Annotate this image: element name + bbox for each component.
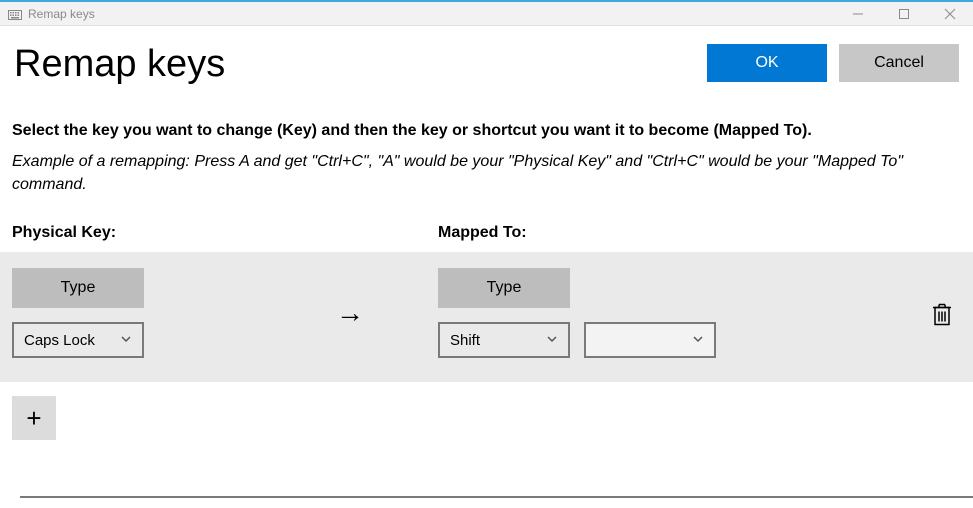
minimize-icon xyxy=(852,8,864,20)
page-title: Remap keys xyxy=(14,44,225,86)
column-headers: Physical Key: Mapped To: xyxy=(0,196,973,252)
chevron-down-icon xyxy=(692,332,704,349)
mapped-key-select-2[interactable] xyxy=(584,322,716,358)
footer-divider xyxy=(20,496,973,498)
window-maximize-button[interactable] xyxy=(881,2,927,26)
physical-key-value: Caps Lock xyxy=(24,332,95,349)
physical-type-button[interactable]: Type xyxy=(12,268,144,308)
delete-mapping-button[interactable] xyxy=(931,303,953,332)
add-mapping-button[interactable]: + xyxy=(12,396,56,440)
plus-icon: + xyxy=(26,403,41,434)
instructions-main: Select the key you want to change (Key) … xyxy=(12,122,959,140)
physical-key-header: Physical Key: xyxy=(12,224,438,242)
mapped-key-select-1[interactable]: Shift xyxy=(438,322,570,358)
close-icon xyxy=(944,8,956,20)
window-minimize-button[interactable] xyxy=(835,2,881,26)
header: Remap keys OK Cancel xyxy=(0,26,973,86)
trash-icon xyxy=(931,303,953,327)
window-title: Remap keys xyxy=(28,7,95,21)
mapped-type-button[interactable]: Type xyxy=(438,268,570,308)
maximize-icon xyxy=(898,8,910,20)
instructions-example: Example of a remapping: Press A and get … xyxy=(12,150,959,196)
titlebar: Remap keys xyxy=(0,0,973,26)
cancel-button[interactable]: Cancel xyxy=(839,44,959,82)
mapped-to-header: Mapped To: xyxy=(438,224,961,242)
arrow-right-icon: → xyxy=(262,297,438,329)
physical-key-select[interactable]: Caps Lock xyxy=(12,322,144,358)
chevron-down-icon xyxy=(120,332,132,349)
mapping-row: Type Caps Lock → Type Shift xyxy=(0,252,973,382)
window-close-button[interactable] xyxy=(927,2,973,26)
instructions: Select the key you want to change (Key) … xyxy=(0,86,973,196)
mapped-key-value-1: Shift xyxy=(450,332,480,349)
ok-button[interactable]: OK xyxy=(707,44,827,82)
keyboard-icon xyxy=(8,9,22,19)
chevron-down-icon xyxy=(546,332,558,349)
